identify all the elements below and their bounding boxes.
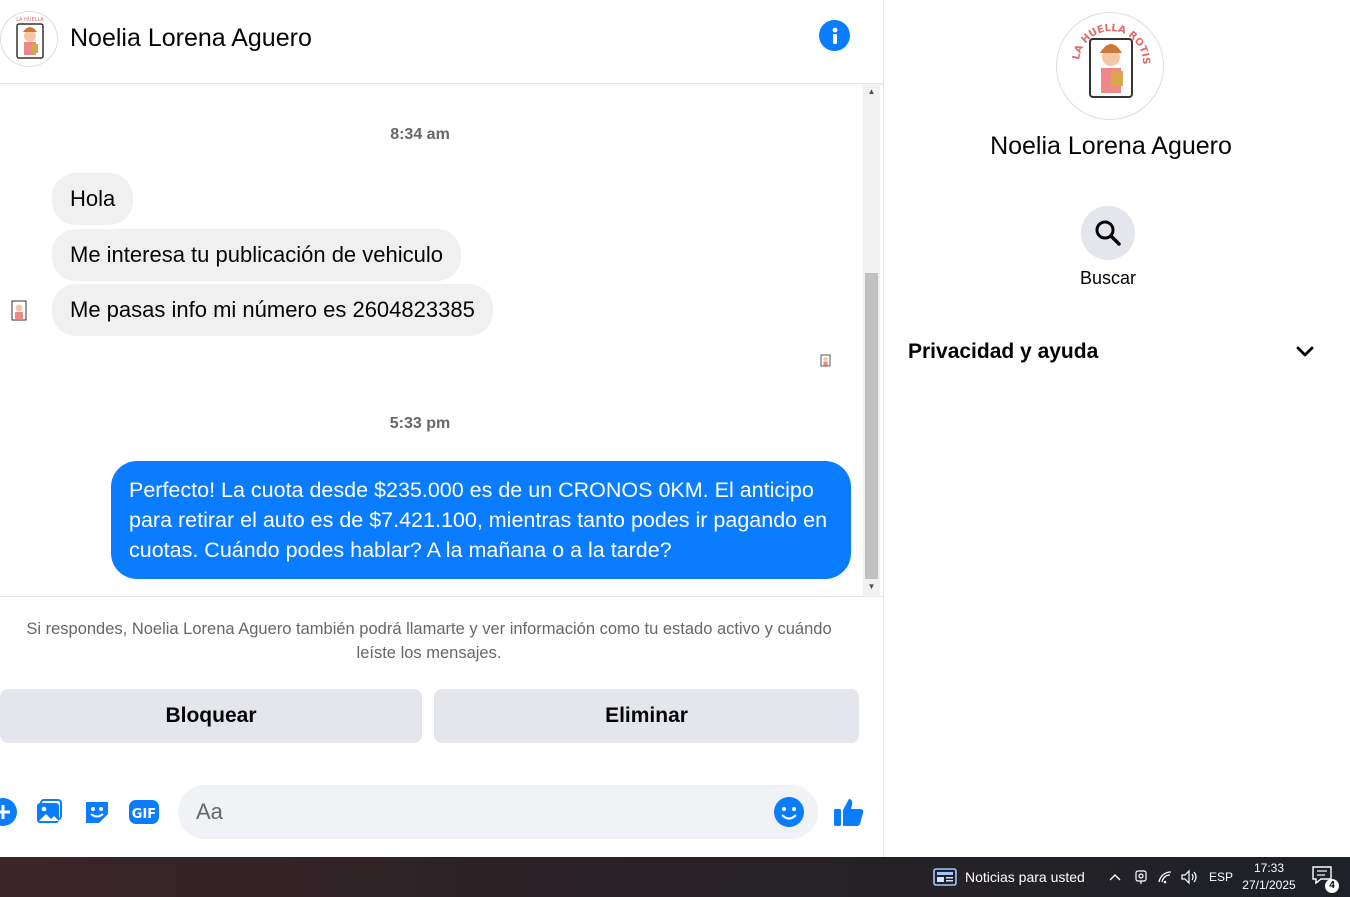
message-timestamp: 5:33 pm [389,415,451,432]
message-bubble-incoming[interactable]: Hola [52,173,134,225]
divider [0,596,883,597]
message-input[interactable] [178,785,818,839]
sticker-icon[interactable] [80,795,114,829]
window-scrollbar[interactable] [1337,0,1350,857]
language-indicator[interactable]: ESP [1209,857,1233,897]
emoji-icon[interactable] [772,795,806,829]
clock-time: 17:33 [1253,861,1285,875]
message-bubble-outgoing[interactable]: Perfecto! La cuota desde $235.000 es de … [111,461,851,579]
scrollbar-thumb[interactable] [865,273,878,579]
message-list: 8:34 am Hola Me interesa tu publicación … [0,85,863,596]
notification-count-badge: 4 [1325,879,1339,893]
message-bubble-incoming[interactable]: Me interesa tu publicación de vehiculo [52,229,462,281]
like-icon[interactable] [832,795,866,829]
contact-name[interactable]: Noelia Lorena Aguero [70,24,312,53]
news-icon [933,868,957,886]
notification-center-button[interactable]: 4 [1311,865,1339,893]
news-label: Noticias para usted [965,869,1085,885]
taskbar: Noticias para usted ESP 17:33 27/1/2025 … [0,857,1350,897]
chat-scrollbar[interactable]: ▲ ▼ [863,85,880,596]
camera-icon[interactable] [1134,857,1148,897]
read-receipt-avatar [817,352,834,369]
news-widget[interactable]: Noticias para usted [933,857,1085,897]
svg-text:LA HUELLA: LA HUELLA [16,17,44,23]
clock[interactable]: 17:33 27/1/2025 [1238,860,1300,894]
chat-header: LA HUELLA Noelia Lorena Aguero [0,0,883,84]
wifi-icon[interactable] [1157,857,1175,897]
search-label: Buscar [1079,268,1137,288]
privacy-and-help-section[interactable]: Privacidad y ayuda [908,334,1314,370]
profile-name: Noelia Lorena Aguero [990,132,1232,160]
block-button[interactable]: Bloquear [0,689,422,743]
scroll-down-arrow-icon[interactable]: ▼ [863,580,880,594]
search-button[interactable] [1081,206,1135,260]
sender-avatar [3,294,35,326]
message-bubble-incoming[interactable]: Me pasas info mi número es 2604823385 [52,284,493,336]
plus-icon[interactable] [0,795,20,829]
chevron-down-icon [1296,346,1314,357]
search-icon [1095,220,1121,246]
volume-icon[interactable] [1180,857,1198,897]
composer: GIF [0,785,883,839]
clock-date: 27/1/2025 [1242,878,1296,892]
message-timestamp: 8:34 am [390,126,450,143]
messenger-window: LA HUELLA Noelia Lorena Aguero 8:34 am H… [0,0,1350,897]
profile-avatar[interactable]: LA HUELLA ROTISERIA [1056,12,1164,120]
scroll-up-arrow-icon[interactable]: ▲ [863,85,880,99]
privacy-notice: Si respondes, Noelia Lorena Aguero tambi… [26,620,832,662]
delete-button[interactable]: Eliminar [434,689,859,743]
conversation-details-pane: LA HUELLA ROTISERIA Noelia Lorena Aguero… [883,0,1337,857]
chat-pane: LA HUELLA Noelia Lorena Aguero 8:34 am H… [0,0,883,857]
image-icon[interactable] [32,795,66,829]
contact-avatar[interactable]: LA HUELLA [0,11,58,67]
gif-icon[interactable]: GIF [127,795,161,829]
chevron-up-icon[interactable] [1108,857,1122,897]
privacy-and-help-label: Privacidad y ayuda [908,340,1099,363]
svg-text:GIF: GIF [132,807,156,822]
info-icon[interactable] [819,20,850,51]
